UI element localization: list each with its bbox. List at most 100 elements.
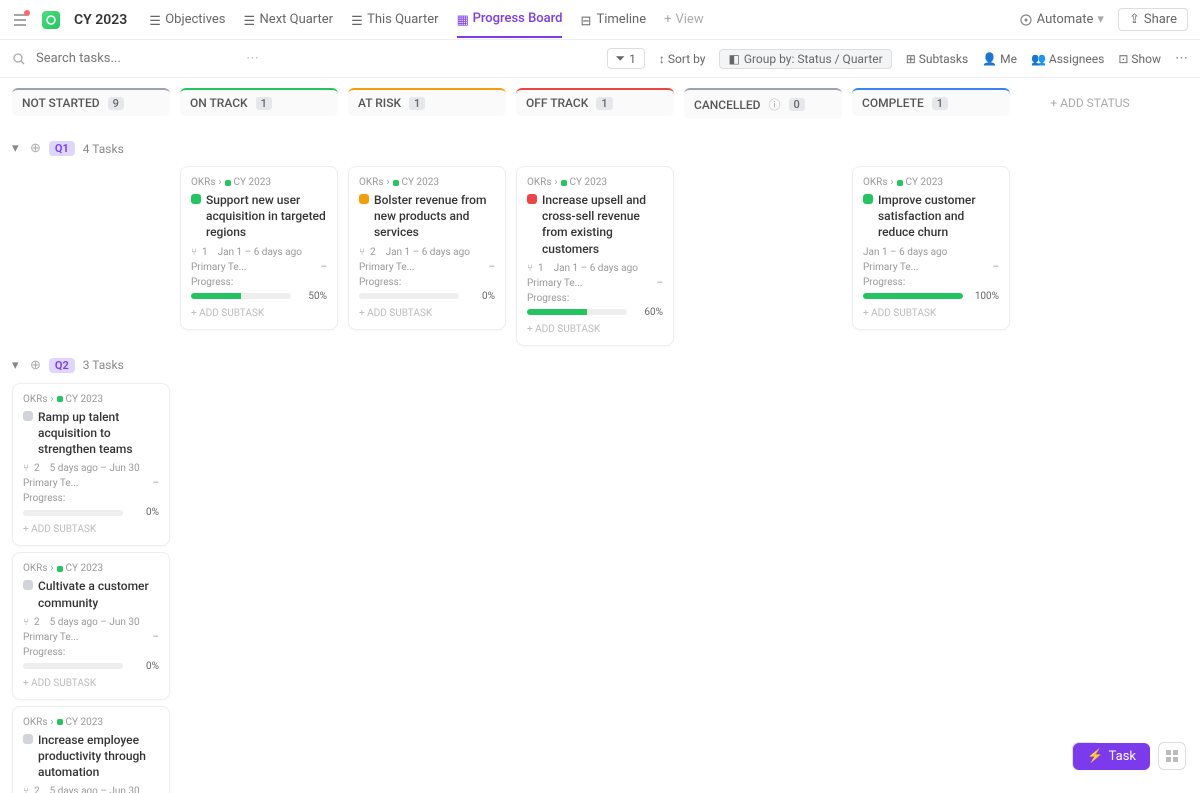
status-indicator-icon <box>23 734 33 744</box>
subtask-icon: ⑂ <box>359 247 365 258</box>
col-complete[interactable]: COMPLETE1 <box>852 88 1010 116</box>
group-count: 3 Tasks <box>83 358 124 372</box>
tab-timeline[interactable]: ⊟Timeline <box>580 1 646 38</box>
me-button[interactable]: 👤 Me <box>982 52 1017 66</box>
card-breadcrumb: OKRs › CY 2023 <box>359 177 495 188</box>
progress-field: Progress: <box>863 277 999 288</box>
add-subtask-button[interactable]: + ADD SUBTASK <box>23 678 159 689</box>
subtask-count: ⑂ 2 Jan 1 – 6 days ago <box>359 247 495 258</box>
tab-progress-board[interactable]: ▦Progress Board <box>457 1 563 38</box>
col-at-risk[interactable]: AT RISK1 <box>348 88 506 116</box>
add-subtask-button[interactable]: + ADD SUBTASK <box>527 324 663 335</box>
subtask-count: ⑂ 2 5 days ago – Jun 30 <box>23 463 159 474</box>
more-icon[interactable]: ⋯ <box>1175 51 1188 66</box>
search-options-icon[interactable]: ⋯ <box>246 51 259 66</box>
group-collapse-icon[interactable]: ▾ <box>12 141 22 156</box>
add-subtask-button[interactable]: + ADD SUBTASK <box>191 308 327 319</box>
primary-team-field: Primary Te...– <box>527 278 663 289</box>
status-indicator-icon <box>191 194 201 204</box>
sort-by-button[interactable]: ↕ Sort by <box>659 52 706 66</box>
progress-percent: 0% <box>465 291 495 302</box>
group-collapse-icon[interactable]: ▾ <box>12 358 22 373</box>
progress-percent: 0% <box>129 661 159 672</box>
show-button[interactable]: ⊡ Show <box>1118 52 1161 66</box>
progress-percent: 60% <box>633 307 663 318</box>
new-task-fab[interactable]: ⚡ Task <box>1073 743 1150 770</box>
add-status-button[interactable]: + ADD STATUS <box>1020 88 1160 119</box>
add-subtask-button[interactable]: + ADD SUBTASK <box>863 308 999 319</box>
task-card[interactable]: OKRs › CY 2023 Increase upsell and cross… <box>516 166 674 346</box>
card-title: Bolster revenue from new products and se… <box>359 192 495 241</box>
menu-icon[interactable] <box>12 12 28 28</box>
add-subtask-button[interactable]: + ADD SUBTASK <box>359 308 495 319</box>
col-on-track[interactable]: ON TRACK1 <box>180 88 338 116</box>
group-by-pill[interactable]: ◧ Group by: Status / Quarter <box>719 49 891 69</box>
info-icon[interactable]: ⓘ <box>769 96 781 113</box>
group-badge: Q2 <box>49 358 75 373</box>
assignees-button[interactable]: 👥 Assignees <box>1031 52 1104 66</box>
progress-percent: 50% <box>297 291 327 302</box>
group-icon: ◧ <box>728 52 739 66</box>
timeline-icon: ⊟ <box>580 14 592 26</box>
progress-field: Progress: <box>23 493 159 504</box>
col-cancelled[interactable]: CANCELLEDⓘ0 <box>684 88 842 119</box>
task-card[interactable]: OKRs › CY 2023 Bolster revenue from new … <box>348 166 506 330</box>
add-view-button[interactable]: + View <box>664 1 704 38</box>
col-off-track[interactable]: OFF TRACK1 <box>516 88 674 116</box>
card-title: Increase employee productivity through a… <box>23 732 159 781</box>
card-breadcrumb: OKRs › CY 2023 <box>23 563 159 574</box>
card-breadcrumb: OKRs › CY 2023 <box>23 394 159 405</box>
project-title: CY 2023 <box>74 12 127 28</box>
card-breadcrumb: OKRs › CY 2023 <box>863 177 999 188</box>
col-not-started[interactable]: NOT STARTED9 <box>12 88 170 116</box>
tab-objectives[interactable]: ☰Objectives <box>149 1 225 38</box>
subtasks-button[interactable]: ⊞ Subtasks <box>906 52 968 66</box>
card-title: Support new user acquisition in targeted… <box>191 192 327 241</box>
subtask-icon: ⑂ <box>23 463 29 474</box>
group-badge: Q1 <box>49 141 75 156</box>
primary-team-field: Primary Te...– <box>359 262 495 273</box>
card-breadcrumb: OKRs › CY 2023 <box>23 717 159 728</box>
group-expand-icon[interactable]: ⊕ <box>30 141 41 156</box>
list-icon: ☰ <box>351 14 363 26</box>
date-range: Jan 1 – 6 days ago <box>863 247 999 258</box>
add-subtask-button[interactable]: + ADD SUBTASK <box>23 524 159 535</box>
primary-team-field: Primary Te...– <box>23 478 159 489</box>
task-card[interactable]: OKRs › CY 2023 Improve customer satisfac… <box>852 166 1010 330</box>
board-icon: ▦ <box>457 13 469 25</box>
automate-button[interactable]: Automate ▾ <box>1019 12 1104 27</box>
list-icon: ☰ <box>244 14 256 26</box>
progress-bar <box>359 293 459 299</box>
share-button[interactable]: ⇪ Share <box>1118 8 1188 31</box>
primary-team-field: Primary Te...– <box>191 262 327 273</box>
subtask-icon: ⑂ <box>23 786 29 793</box>
task-card[interactable]: OKRs › CY 2023 Support new user acquisit… <box>180 166 338 330</box>
progress-field: Progress: <box>191 277 327 288</box>
task-card[interactable]: OKRs › CY 2023 Cultivate a customer comm… <box>12 552 170 699</box>
progress-bar <box>527 309 627 315</box>
progress-percent: 100% <box>969 291 999 302</box>
card-title: Improve customer satisfaction and reduce… <box>863 192 999 241</box>
search-icon <box>12 52 26 66</box>
status-indicator-icon <box>359 194 369 204</box>
task-card[interactable]: OKRs › CY 2023 Ramp up talent acquisitio… <box>12 383 170 547</box>
tab-this-quarter[interactable]: ☰This Quarter <box>351 1 438 38</box>
card-title: Cultivate a customer community <box>23 578 159 610</box>
lightning-icon: ⚡ <box>1087 749 1103 764</box>
search-input[interactable] <box>36 51 236 66</box>
card-title: Increase upsell and cross-sell revenue f… <box>527 192 663 257</box>
progress-field: Progress: <box>359 277 495 288</box>
group-expand-icon[interactable]: ⊕ <box>30 358 41 373</box>
task-card[interactable]: OKRs › CY 2023 Increase employee product… <box>12 706 170 793</box>
filter-pill[interactable]: ⏷ 1 <box>607 48 645 69</box>
progress-bar <box>23 663 123 669</box>
progress-bar <box>863 293 963 299</box>
apps-button[interactable] <box>1158 742 1186 770</box>
progress-percent: 0% <box>129 507 159 518</box>
list-icon: ☰ <box>149 14 161 26</box>
subtask-icon: ⑂ <box>23 617 29 628</box>
tab-next-quarter[interactable]: ☰Next Quarter <box>244 1 334 38</box>
groups-container: ▾ ⊕ Q1 4 Tasks OKRs › CY 2023 Support ne… <box>0 129 1200 793</box>
primary-team-field: Primary Te...– <box>23 632 159 643</box>
topbar: CY 2023 ☰Objectives ☰Next Quarter ☰This … <box>0 0 1200 40</box>
